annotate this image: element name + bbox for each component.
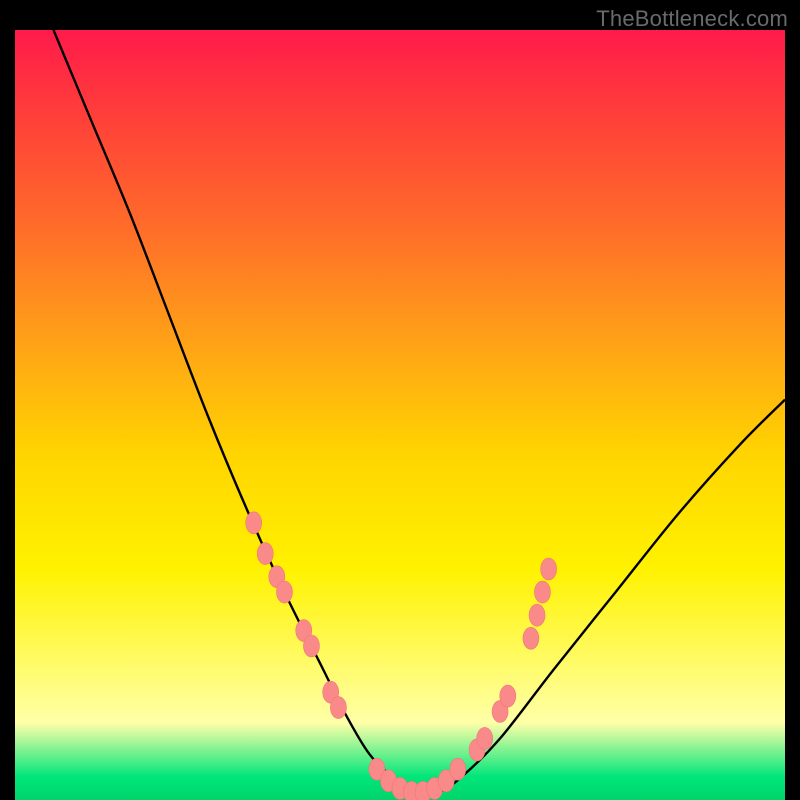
marker-dot [257,543,273,565]
bottleneck-curve [54,30,786,794]
watermark-text: TheBottleneck.com [596,6,788,32]
marker-dot [534,581,550,603]
marker-dot [523,627,539,649]
marker-dot [541,558,557,580]
marker-dot [500,685,516,707]
marker-dot [303,635,319,657]
marker-dot [450,758,466,780]
marker-dot [330,697,346,719]
marker-dot [277,581,293,603]
chart-svg [15,30,785,800]
marker-dot [477,727,493,749]
marker-dot [246,512,262,534]
marker-dot [529,604,545,626]
data-markers [246,512,557,800]
chart-frame [15,30,785,800]
